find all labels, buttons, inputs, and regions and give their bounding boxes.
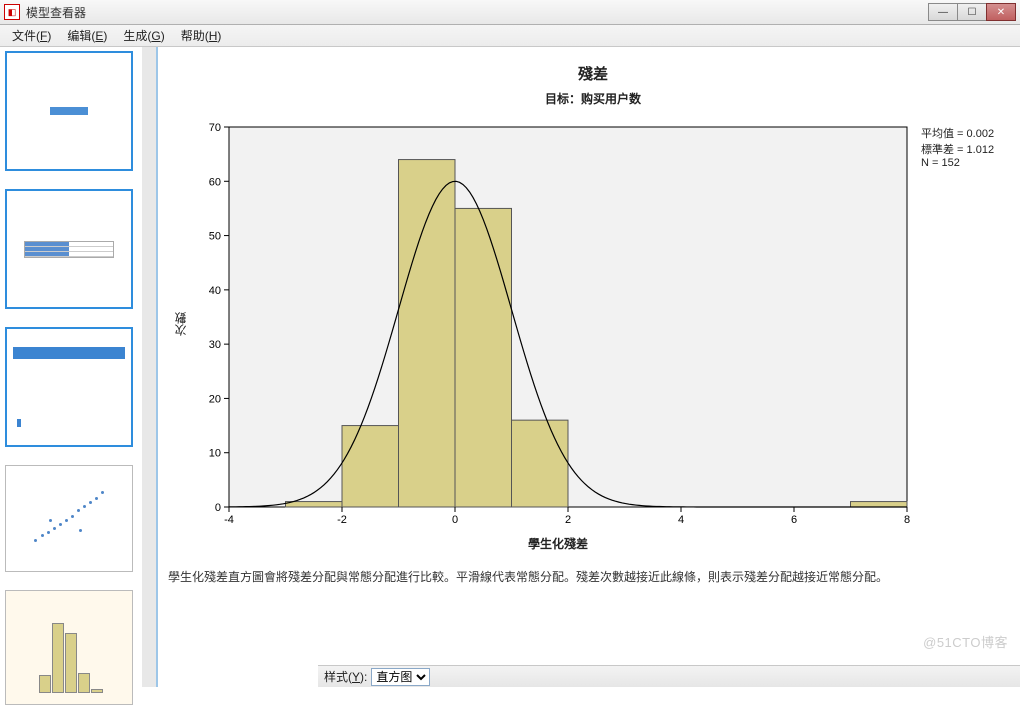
close-button[interactable]: ✕ [986,3,1016,21]
titlebar: ◧ 模型查看器 — ☐ ✕ [0,0,1020,25]
y-axis-label: 次數 [168,134,193,514]
svg-text:-2: -2 [337,514,347,526]
svg-text:6: 6 [791,514,797,526]
svg-text:0: 0 [452,514,458,526]
window-buttons: — ☐ ✕ [929,3,1016,21]
menu-edit[interactable]: 编辑(E) [59,25,115,46]
thumbnail-1-graphic [49,106,89,116]
menubar: 文件(F) 编辑(E) 生成(G) 帮助(H) [0,25,1020,47]
app-icon: ◧ [4,4,20,20]
menu-help[interactable]: 帮助(H) [173,25,230,46]
main-panel: 殘差 目标：购买用户数 次數 0 10 20 30 40 50 60 70 -4 -2 0 2 4 6 8 … [158,47,1020,687]
body: 殘差 目标：购买用户数 次數 0 10 20 30 40 50 60 70 -4 -2 0 2 4 6 8 … [0,47,1020,687]
style-label: 样式(Y): [324,668,367,685]
x-axis-label: 學生化殘差 [198,535,918,552]
stat-n: N = 152 [921,157,994,169]
stat-sd: 標準差 = 1.012 [921,141,994,157]
thumbnail-2-graphic [24,241,114,258]
svg-text:60: 60 [209,176,221,188]
thumbnail-3-graphic [13,347,125,427]
svg-text:0: 0 [215,502,221,514]
svg-text:-4: -4 [224,514,234,526]
svg-text:10: 10 [209,448,221,460]
thumbnail-5-graphic [19,603,119,693]
thumbnail-4-graphic [19,479,119,559]
thumbnail-3[interactable] [5,327,133,447]
menu-generate[interactable]: 生成(G) [115,25,172,46]
watermark: @51CTO博客 [923,632,1008,651]
thumbnail-5[interactable] [5,590,133,705]
svg-text:20: 20 [209,393,221,405]
svg-text:70: 70 [209,122,221,134]
style-bar: 样式(Y): 直方图 [318,665,1020,687]
svg-text:40: 40 [209,285,221,297]
window-title: 模型查看器 [26,4,929,21]
plot-area: 0 10 20 30 40 50 60 70 -4 -2 0 2 4 6 8 [195,119,915,529]
svg-text:4: 4 [678,514,684,526]
thumbnail-2[interactable] [5,189,133,309]
chart-title: 殘差 [168,63,1018,84]
chart-caption: 學生化殘差直方圖會將殘差分配與常態分配進行比較。平滑線代表常態分配。殘差次數越接… [168,568,1018,585]
thumbnail-sidebar[interactable] [0,47,158,687]
svg-text:30: 30 [209,339,221,351]
svg-text:2: 2 [565,514,571,526]
minimize-button[interactable]: — [928,3,958,21]
thumbnail-1[interactable] [5,51,133,171]
thumbnail-scrollbar[interactable] [142,47,156,687]
chart-subtitle: 目标：购买用户数 [168,90,1018,107]
style-select[interactable]: 直方图 [371,668,430,686]
menu-file[interactable]: 文件(F) [4,25,59,46]
svg-text:8: 8 [904,514,910,526]
chart-stats: 平均值 = 0.002 標準差 = 1.012 N = 152 [921,125,994,169]
thumbnail-4[interactable] [5,465,133,572]
stat-mean: 平均值 = 0.002 [921,125,994,141]
maximize-button[interactable]: ☐ [957,3,987,21]
chart-container: 殘差 目标：购买用户数 次數 0 10 20 30 40 50 60 70 -4 -2 0 2 4 6 8 … [168,63,1018,585]
svg-text:50: 50 [209,231,221,243]
plot-row: 次數 0 10 20 30 40 50 60 70 -4 -2 0 2 4 6 8 平均值 = 0.002 … [168,119,1018,529]
histogram-svg: 0 10 20 30 40 50 60 70 -4 -2 0 2 4 6 8 [195,119,915,529]
